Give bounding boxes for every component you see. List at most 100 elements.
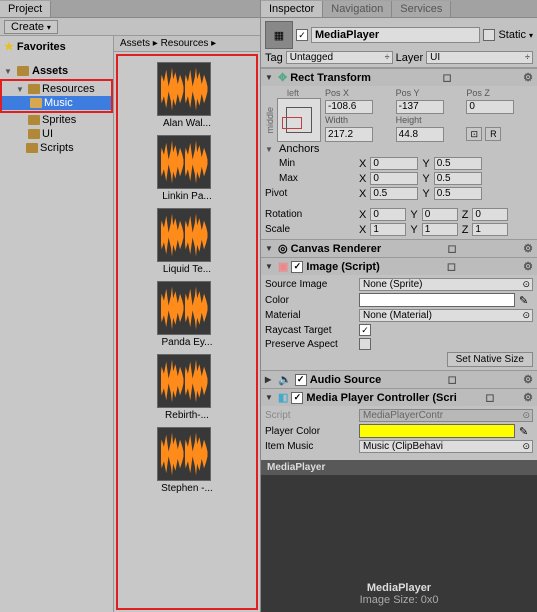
assets-root[interactable]: ▼Assets (0, 63, 113, 79)
player-color-field[interactable] (359, 424, 515, 438)
asset-item[interactable]: Rebirth-... (157, 354, 217, 421)
asset-item[interactable]: Linkin Pa... (157, 135, 217, 202)
help-icon[interactable]: ◻ (448, 242, 457, 255)
gear-icon[interactable]: ⚙ (523, 71, 533, 84)
gear-icon[interactable]: ⚙ (523, 242, 533, 255)
raycast-checkbox[interactable]: ✓ (359, 324, 371, 336)
static-dropdown-icon[interactable]: ▾ (529, 31, 533, 40)
player-color-label: Player Color (265, 426, 355, 437)
eyedropper-icon[interactable]: ✎ (519, 425, 533, 438)
component-title: Rect Transform (290, 72, 371, 84)
item-music-field[interactable]: Music (ClipBehavi (359, 440, 533, 453)
tag-dropdown[interactable]: Untagged (286, 51, 393, 64)
tree-item-sprites[interactable]: Sprites (0, 113, 113, 127)
anchor-max-y[interactable] (434, 172, 482, 185)
active-checkbox[interactable]: ✓ (296, 29, 308, 41)
help-icon[interactable]: ◻ (485, 391, 494, 404)
width-field[interactable] (325, 127, 373, 142)
preview-body: MediaPlayer Image Size: 0x0 (261, 475, 537, 612)
preview-header[interactable]: MediaPlayer (261, 460, 537, 475)
set-native-size-button[interactable]: Set Native Size (447, 352, 533, 367)
foldout-icon[interactable]: ▼ (265, 145, 275, 154)
height-field[interactable] (396, 127, 444, 142)
tree-item-resources[interactable]: ▼Resources (2, 82, 111, 96)
pivot-y[interactable] (434, 187, 482, 200)
gear-icon[interactable]: ⚙ (523, 391, 533, 404)
asset-label: Panda Ey... (157, 337, 217, 348)
material-label: Material (265, 310, 355, 321)
image-enabled-checkbox[interactable]: ✓ (291, 261, 303, 273)
foldout-icon[interactable]: ▼ (16, 85, 26, 94)
tab-services[interactable]: Services (392, 1, 451, 17)
eyedropper-icon[interactable]: ✎ (519, 294, 533, 307)
rect-transform-header[interactable]: ▼✥Rect Transform◻⚙ (261, 69, 537, 86)
tree-item-scripts[interactable]: Scripts (0, 141, 113, 155)
scale-y[interactable] (422, 223, 458, 236)
tree-item-music[interactable]: Music (2, 96, 111, 110)
help-icon[interactable]: ◻ (447, 260, 456, 273)
script-field: MediaPlayerContr (359, 409, 533, 422)
layer-dropdown[interactable]: UI (426, 51, 533, 64)
posy-field[interactable] (396, 100, 444, 114)
preserve-checkbox[interactable] (359, 338, 371, 350)
anchor-min-x[interactable] (370, 157, 418, 170)
audio-waveform-icon (157, 208, 211, 262)
asset-item[interactable]: Alan Wal... (157, 62, 217, 129)
rot-y[interactable] (422, 208, 458, 221)
help-icon[interactable]: ◻ (448, 373, 457, 386)
item-music-label: Item Music (265, 441, 355, 452)
audio-source-header[interactable]: ▶🔊✓Audio Source◻⚙ (261, 371, 537, 388)
blueprint-button[interactable]: ⊡ (466, 127, 482, 141)
static-label: Static (498, 29, 526, 41)
highlight-box-tree: ▼Resources Music (0, 79, 113, 113)
asset-item[interactable]: Panda Ey... (157, 281, 217, 348)
asset-label: Alan Wal... (157, 118, 217, 129)
script-label: Script (265, 410, 355, 421)
raw-edit-button[interactable]: R (485, 127, 501, 141)
canvas-renderer-header[interactable]: ▼◎Canvas Renderer◻⚙ (261, 240, 537, 257)
tree-item-ui[interactable]: UI (0, 127, 113, 141)
field-label: Pos X (325, 88, 392, 99)
gear-icon[interactable]: ⚙ (523, 373, 533, 386)
audio-waveform-icon (157, 354, 211, 408)
create-button[interactable]: Create ▾ (4, 20, 58, 34)
image-header[interactable]: ▼▣✓Image (Script)◻⚙ (261, 258, 537, 275)
mpc-header[interactable]: ▼◧✓Media Player Controller (Scri◻⚙ (261, 389, 537, 406)
foldout-icon: ▼ (265, 73, 275, 82)
rot-x[interactable] (370, 208, 406, 221)
anchor-preset-button[interactable] (277, 98, 321, 142)
rot-z[interactable] (472, 208, 508, 221)
component-title: Image (Script) (306, 261, 379, 273)
asset-item[interactable]: Stephen -... (157, 427, 217, 494)
static-checkbox[interactable] (483, 29, 495, 41)
anchor-min-y[interactable] (434, 157, 482, 170)
audio-enabled-checkbox[interactable]: ✓ (295, 374, 307, 386)
material-field[interactable]: None (Material) (359, 309, 533, 322)
scale-x[interactable] (370, 223, 406, 236)
breadcrumb[interactable]: Assets ▸ Resources ▸ (114, 36, 260, 52)
tab-navigation[interactable]: Navigation (323, 1, 392, 17)
asset-item[interactable]: Liquid Te... (157, 208, 217, 275)
pivot-x[interactable] (370, 187, 418, 200)
posx-field[interactable] (325, 100, 373, 114)
favorites-header[interactable]: ★Favorites (0, 38, 113, 55)
tab-inspector[interactable]: Inspector (261, 1, 323, 17)
color-field[interactable] (359, 293, 515, 307)
field-label: Width (325, 115, 392, 126)
scale-z[interactable] (472, 223, 508, 236)
mpc-enabled-checkbox[interactable]: ✓ (291, 392, 303, 404)
anchors-label: Anchors (279, 143, 319, 155)
help-icon[interactable]: ◻ (442, 71, 451, 84)
tab-project[interactable]: Project (0, 1, 51, 17)
anchor-max-x[interactable] (370, 172, 418, 185)
foldout-icon: ▼ (265, 262, 275, 271)
gameobject-icon[interactable]: ▦ (265, 21, 293, 49)
favorites-label: Favorites (17, 41, 66, 53)
object-name-field[interactable] (311, 27, 480, 43)
max-label: Max (265, 173, 355, 184)
gear-icon[interactable]: ⚙ (523, 260, 533, 273)
posz-field[interactable] (466, 100, 514, 114)
assets-column: Assets ▸ Resources ▸ Alan Wal... Linkin … (114, 36, 260, 612)
create-label: Create (11, 21, 44, 33)
source-image-field[interactable]: None (Sprite) (359, 278, 533, 291)
